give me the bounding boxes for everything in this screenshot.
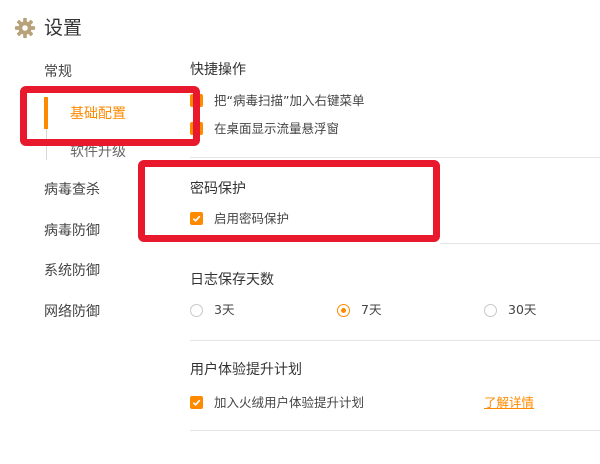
radio-3-days-label: 3天 xyxy=(214,302,235,317)
page-title: 设置 xyxy=(44,17,83,39)
gear-icon xyxy=(14,17,36,39)
sidebar-item-virus-scan[interactable]: 病毒查杀 xyxy=(44,181,100,199)
sidebar-item-general[interactable]: 常规 xyxy=(44,63,72,81)
log-days-title: 日志保存天数 xyxy=(190,272,274,288)
divider xyxy=(190,157,600,158)
divider xyxy=(190,340,600,341)
checkbox-ux-program[interactable] xyxy=(190,396,203,409)
radio-30-days[interactable] xyxy=(484,304,497,317)
option-ux-program-label: 加入火绒用户体验提升计划 xyxy=(214,395,365,410)
ux-program-title: 用户体验提升计划 xyxy=(190,362,302,378)
shortcuts-title: 快捷操作 xyxy=(190,62,246,78)
sidebar-item-system-defense[interactable]: 系统防御 xyxy=(44,262,100,280)
divider xyxy=(190,430,600,431)
radio-7-days[interactable] xyxy=(337,304,350,317)
radio-30-days-label: 30天 xyxy=(508,302,537,317)
option-context-menu-label: 把“病毒扫描”加入右键菜单 xyxy=(214,93,365,108)
radio-7-days-label: 7天 xyxy=(361,302,382,317)
highlight-box-basic-config xyxy=(20,86,200,146)
check-icon xyxy=(192,399,201,407)
radio-3-days[interactable] xyxy=(190,304,203,317)
option-traffic-float-label: 在桌面显示流量悬浮窗 xyxy=(214,121,340,136)
sidebar-item-network-defense[interactable]: 网络防御 xyxy=(44,303,100,321)
highlight-box-password xyxy=(138,160,440,242)
learn-more-link[interactable]: 了解详情 xyxy=(484,395,534,411)
sidebar-item-virus-defense[interactable]: 病毒防御 xyxy=(44,222,100,240)
divider xyxy=(440,243,600,244)
